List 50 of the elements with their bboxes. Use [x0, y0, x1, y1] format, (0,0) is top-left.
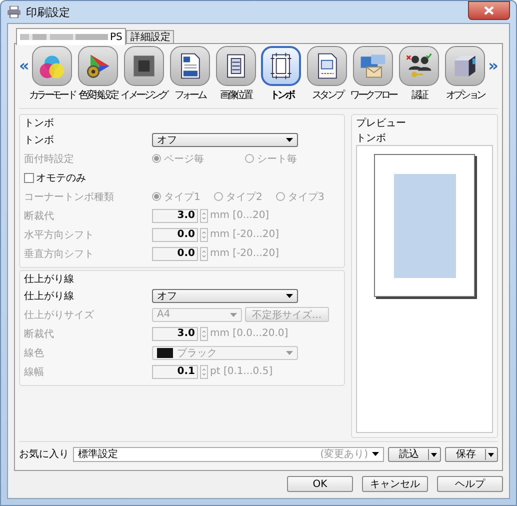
scroll-right-button[interactable]: »: [488, 56, 498, 75]
split-button[interactable]: 保存: [445, 446, 498, 462]
spinner-icon[interactable]: [200, 228, 208, 242]
window-title: 印刷設定: [26, 4, 70, 20]
caret-icon: [286, 138, 293, 142]
close-button[interactable]: [468, 1, 510, 20]
close-icon: [484, 6, 494, 15]
caret-icon: [286, 350, 293, 354]
split-button[interactable]: 読込: [388, 446, 441, 462]
preview-title: プレビュー: [356, 116, 407, 130]
unit-range: mm [0...20]: [210, 210, 270, 221]
field-label: 線色: [24, 346, 45, 360]
tab[interactable]: 詳細設定: [126, 30, 174, 43]
group-title: 仕上がり線: [24, 272, 75, 286]
dialog-button[interactable]: OK: [287, 476, 353, 492]
preview-label: トンボ: [356, 132, 387, 145]
dropdown[interactable]: オフ: [152, 132, 298, 146]
caret-icon: [372, 452, 379, 456]
unit-range: pt [0.1...0.5]: [210, 366, 273, 377]
field-label: トンボ: [24, 134, 55, 146]
unit-range: mm [0.0...20.0]: [210, 328, 288, 339]
favorites-label: お気に入り: [19, 448, 69, 461]
checkbox[interactable]: オモテのみ: [24, 170, 86, 184]
field-label: 断裁代: [24, 328, 55, 340]
spinner-icon[interactable]: [200, 364, 208, 378]
unit-range: mm [-20...20]: [210, 248, 280, 259]
spinner-icon[interactable]: [200, 208, 208, 222]
favorites-dropdown[interactable]: 標準設定 (変更あり): [73, 446, 384, 462]
caret-icon: [286, 294, 293, 298]
unit-range: mm [-20...20]: [210, 229, 280, 240]
caret-icon[interactable]: [485, 448, 495, 460]
group-title: トンボ: [24, 117, 55, 130]
field-label: 水平方向シフト: [24, 228, 95, 242]
printer-icon: [7, 6, 21, 18]
dialog-button[interactable]: キャンセル: [362, 476, 428, 492]
field-label: 線幅: [24, 366, 45, 378]
scroll-left-button[interactable]: «: [19, 56, 29, 75]
spinner-icon[interactable]: [200, 326, 208, 340]
field-label: 断裁代: [24, 210, 55, 222]
dropdown[interactable]: オフ: [152, 288, 298, 302]
spinner-icon[interactable]: [200, 246, 208, 260]
dialog-button[interactable]: ヘルプ: [437, 476, 503, 492]
field-label: コーナートンボ種類: [24, 190, 115, 204]
caret-icon[interactable]: [428, 448, 438, 460]
field-label: 仕上がり線: [24, 290, 75, 302]
tab[interactable]: PS: [16, 28, 126, 45]
field-label: 面付時設定: [24, 152, 75, 166]
field-label: 仕上がりサイズ: [24, 308, 95, 322]
caret-icon: [230, 312, 237, 316]
field-label: 垂直方向シフト: [24, 248, 95, 260]
